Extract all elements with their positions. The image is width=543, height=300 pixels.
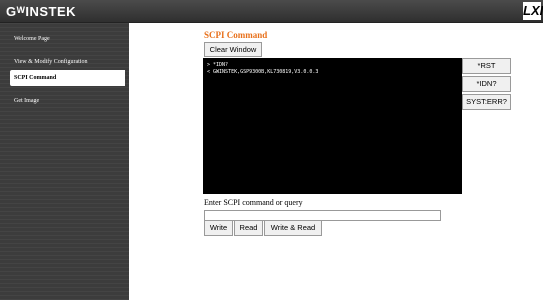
lxi-logo: LXI [523,2,543,20]
scpi-input-label: Enter SCPI command or query [204,198,303,207]
write-and-read-button[interactable]: Write & Read [264,220,322,236]
rst-button[interactable]: *RST [462,58,511,74]
gwinstek-logo: GᵂINSTEK [6,4,77,19]
idn-button[interactable]: *IDN? [462,76,511,92]
sidebar: Welcome Page View & Modify Configuration… [0,23,129,300]
syst-err-button[interactable]: SYST:ERR? [462,94,511,110]
clear-window-button[interactable]: Clear Window [204,42,262,57]
console-line: < GWINSTEK,GSP9300B,KL730819,V3.0.0.3 [207,68,319,75]
page-title: SCPI Command [204,30,268,40]
header-bar: GᵂINSTEK LXI [0,0,543,23]
write-button[interactable]: Write [204,220,233,236]
console-output: > *IDN? < GWINSTEK,GSP9300B,KL730819,V3.0… [203,58,462,194]
read-button[interactable]: Read [234,220,263,236]
sidebar-item-view-modify-configuration[interactable]: View & Modify Configuration [10,54,125,70]
sidebar-item-welcome-page[interactable]: Welcome Page [10,31,125,47]
sidebar-item-scpi-command[interactable]: SCPI Command [10,70,125,86]
sidebar-item-get-image[interactable]: Get Image [10,93,125,109]
